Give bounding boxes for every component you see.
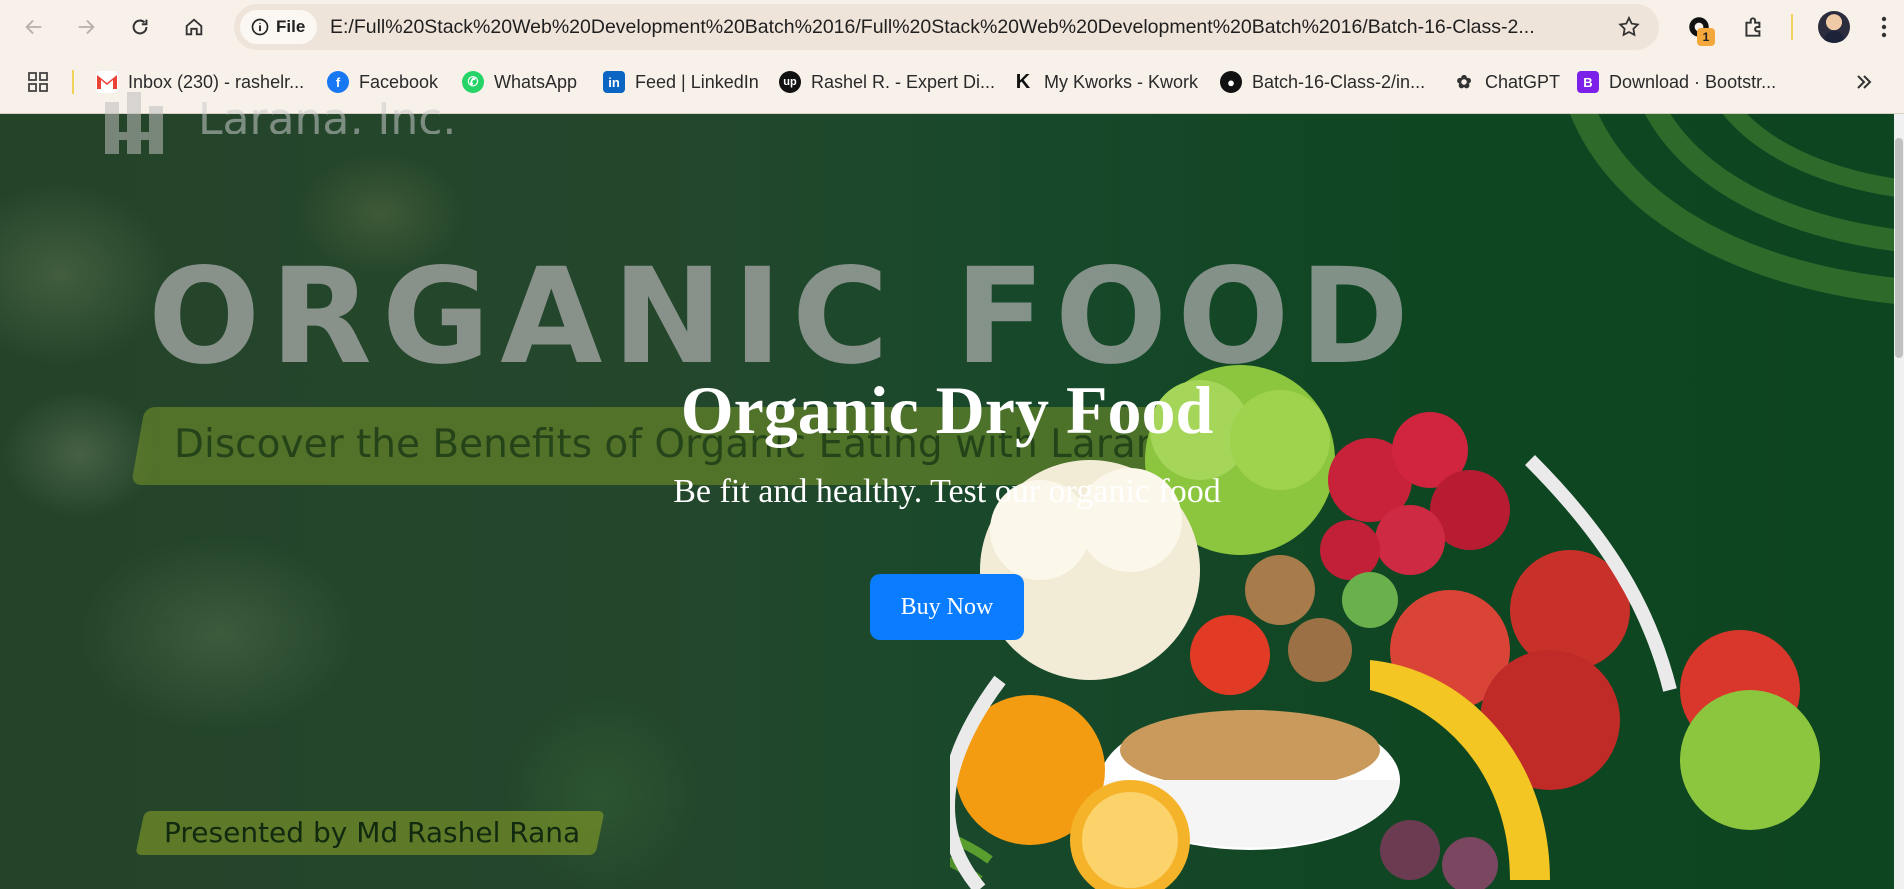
- company-logo-icon: [105, 92, 163, 154]
- company-logo-text: Larana, Inc.: [198, 98, 457, 134]
- bookmark-chatgpt[interactable]: ✿ ChatGPT: [1453, 54, 1560, 110]
- whatsapp-icon: ✆: [462, 71, 484, 93]
- page-scrollbar[interactable]: [1894, 114, 1904, 889]
- buy-now-button[interactable]: Buy Now: [870, 574, 1024, 640]
- presented-by-text: Presented by Md Rashel Rana: [164, 816, 581, 849]
- hero-title: Organic Dry Food: [680, 372, 1214, 448]
- reload-button[interactable]: [122, 9, 158, 45]
- profile-avatar[interactable]: [1818, 11, 1850, 43]
- forward-button[interactable]: [68, 9, 104, 45]
- apps-grid-icon: [28, 72, 48, 92]
- site-info-label: File: [276, 17, 306, 36]
- bookmark-label: Inbox (230) - rashelr...: [128, 71, 305, 92]
- bookmark-github[interactable]: ● Batch-16-Class-2/in...: [1220, 54, 1425, 110]
- info-icon: [251, 18, 269, 36]
- site-info-chip[interactable]: File: [240, 10, 318, 44]
- bookmark-label: ChatGPT: [1485, 71, 1561, 92]
- bootstrap-icon: B: [1577, 71, 1599, 93]
- bookmark-label: Batch-16-Class-2/in...: [1252, 71, 1426, 92]
- bookmark-kwork[interactable]: K My Kworks - Kwork: [1012, 54, 1198, 110]
- bookmarks-separator: [72, 70, 74, 94]
- extensions-button[interactable]: [1739, 12, 1769, 42]
- extension-badge: 1: [1697, 28, 1715, 46]
- more-bookmarks-button[interactable]: [1854, 54, 1874, 110]
- facebook-icon: f: [327, 71, 349, 93]
- address-bar[interactable]: File E:/Full%20Stack%20Web%20Development…: [234, 4, 1659, 50]
- url-text[interactable]: E:/Full%20Stack%20Web%20Development%20Ba…: [330, 4, 1820, 50]
- github-icon: ●: [1220, 71, 1242, 93]
- menu-button[interactable]: [1872, 12, 1896, 42]
- chatgpt-icon: ✿: [1456, 71, 1472, 92]
- puzzle-icon: [1745, 17, 1761, 37]
- linkedin-icon: in: [603, 71, 625, 93]
- kebab-menu-icon: [1881, 16, 1887, 38]
- bookmark-label: Feed | LinkedIn: [635, 71, 759, 92]
- bookmark-upwork[interactable]: up Rashel R. - Expert Di...: [779, 54, 995, 110]
- bookmark-label: WhatsApp: [494, 71, 578, 92]
- bookmark-star-icon[interactable]: [1617, 15, 1641, 39]
- gmail-icon: [96, 71, 118, 93]
- bookmark-linkedin[interactable]: in Feed | LinkedIn: [603, 54, 759, 110]
- home-icon: [185, 18, 203, 36]
- arrow-right-icon: [78, 19, 95, 35]
- kwork-icon: K: [1015, 70, 1031, 93]
- arrow-left-icon: [25, 19, 42, 35]
- apps-button[interactable]: [26, 54, 50, 110]
- bookmark-bootstrap[interactable]: B Download · Bootstr...: [1577, 54, 1776, 110]
- hero-subtitle: Be fit and healthy. Test our organic foo…: [673, 473, 1221, 510]
- bookmark-label: My Kworks - Kwork: [1044, 71, 1199, 92]
- bookmark-label: Facebook: [359, 71, 439, 92]
- browser-toolbar: File E:/Full%20Stack%20Web%20Development…: [0, 0, 1904, 54]
- bookmark-label: Rashel R. - Expert Di...: [811, 71, 996, 92]
- home-button[interactable]: [176, 9, 212, 45]
- bookmark-label: Download · Bootstr...: [1609, 71, 1777, 92]
- bookmark-whatsapp[interactable]: ✆ WhatsApp: [462, 54, 577, 110]
- back-button[interactable]: [16, 9, 52, 45]
- url-clip: E:/Full%20Stack%20Web%20Development%20Ba…: [330, 4, 1820, 50]
- chevron-double-right-icon: [1857, 75, 1872, 89]
- reload-icon: [132, 19, 148, 35]
- upwork-icon: up: [779, 71, 801, 93]
- toolbar-separator: [1791, 14, 1793, 40]
- scrollbar-thumb[interactable]: [1895, 138, 1903, 358]
